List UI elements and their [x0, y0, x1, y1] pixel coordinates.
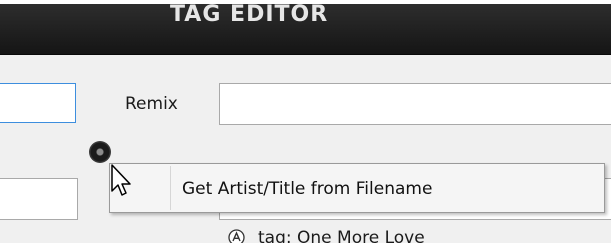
- menu-icon-gutter-divider: [170, 166, 171, 210]
- menu-item-get-artist-title[interactable]: Get Artist/Title from Filename: [182, 174, 432, 204]
- mouse-pointer-icon: [111, 164, 131, 196]
- remix-input[interactable]: [219, 83, 611, 125]
- title-bar: TAG EDITOR: [0, 0, 611, 55]
- circled-a-icon: [228, 229, 245, 243]
- remix-label: Remix: [125, 94, 178, 114]
- left-field-focused[interactable]: [0, 83, 76, 123]
- tag-editor-window: TAG EDITOR Remix Get Artist/Title from F…: [0, 0, 611, 243]
- window-title: TAG EDITOR: [170, 2, 329, 27]
- record-dot-icon: [89, 141, 111, 163]
- context-menu: Get Artist/Title from Filename: [109, 163, 605, 213]
- tag-item-label: tag: One More Love: [258, 228, 425, 243]
- left-field-secondary[interactable]: [0, 178, 78, 220]
